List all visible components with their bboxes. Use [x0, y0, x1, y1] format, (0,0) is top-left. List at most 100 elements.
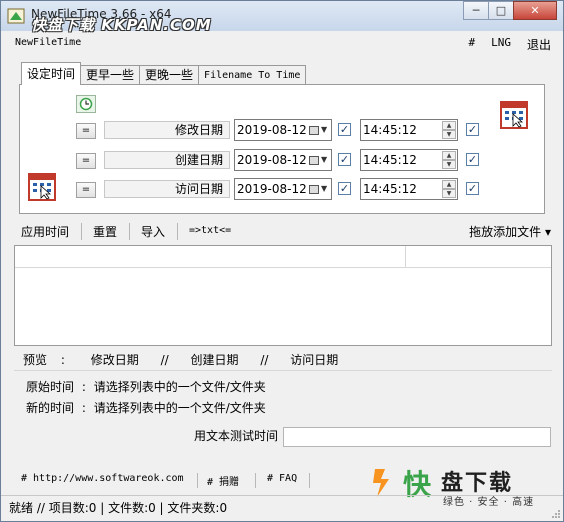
preview-label: 预览 [23, 353, 48, 367]
clock-refresh-button[interactable] [76, 95, 96, 113]
access-date-label: 访问日期 [104, 180, 230, 198]
preview-info: 原始时间 : 请选择列表中的一个文件/文件夹 新的时间 : 请选择列表中的一个文… [14, 370, 552, 422]
time-spinner[interactable]: ▲ ▼ [442, 121, 456, 139]
apply-time-button[interactable]: 应用时间 [21, 223, 69, 240]
new-time-line: 新的时间 : 请选择列表中的一个文件/文件夹 [26, 399, 266, 416]
original-time-label: 原始时间 [26, 380, 75, 394]
calendar-dropdown-icon[interactable]: ▼ [309, 183, 329, 195]
modify-date-row: = 修改日期 : 2019-08-12 ▼ ✓ 14:45:12 ▲ ▼ ✓ [20, 119, 546, 143]
create-date-picker[interactable]: 2019-08-12 ▼ [234, 149, 332, 171]
language-menu[interactable]: LNG [491, 36, 511, 53]
new-time-label: 新的时间 [26, 401, 75, 415]
access-date-row: = 访问日期 : 2019-08-12 ▼ ✓ 14:45:12 ▲ ▼ ✓ [20, 178, 546, 202]
equalize-button[interactable]: = [76, 182, 96, 198]
action-toolbar: 应用时间 重置 导入 =>txt<= 拖放添加文件 ▾ [15, 223, 551, 241]
date-value: 2019-08-12 [237, 123, 307, 137]
tab-strip: 设定时间 更早一些 更晚一些 Filename To Time [21, 62, 307, 85]
original-time-value: 请选择列表中的一个文件/文件夹 [93, 380, 266, 394]
colon: : [219, 122, 224, 136]
status-bar: 就绪 // 项目数:0 | 文件数:0 | 文件夹数:0 [1, 495, 563, 521]
import-button[interactable]: 导入 [141, 223, 165, 240]
reset-button[interactable]: 重置 [93, 223, 117, 240]
equalize-button[interactable]: = [76, 123, 96, 139]
menu-bar: NewFileTime # LNG 退出 [15, 36, 551, 52]
drag-add-files-menu[interactable]: 拖放添加文件 ▾ [469, 223, 551, 240]
colon: : [81, 380, 86, 394]
status-text: 就绪 // 项目数:0 | 文件数:0 | 文件夹数:0 [9, 501, 228, 515]
colon: : [219, 152, 224, 166]
access-date-picker[interactable]: 2019-08-12 ▼ [234, 178, 332, 200]
time-value: 14:45:12 [363, 123, 417, 137]
set-time-panel: = 修改日期 : 2019-08-12 ▼ ✓ 14:45:12 ▲ ▼ ✓ = … [19, 84, 545, 214]
date-value: 2019-08-12 [237, 153, 307, 167]
preview-header: 预览 : 修改日期 // 创建日期 // 访问日期 [23, 351, 338, 368]
app-icon [7, 8, 25, 24]
colon: : [81, 401, 86, 415]
calendar-dropdown-icon[interactable]: ▼ [309, 154, 329, 166]
app-name-label: NewFileTime [15, 37, 82, 48]
maximize-button[interactable]: □ [488, 1, 514, 20]
hash-menu[interactable]: # [468, 36, 475, 53]
time-spinner[interactable]: ▲ ▼ [442, 180, 456, 198]
preview-access-label: 访问日期 [290, 353, 339, 367]
time-value: 14:45:12 [363, 182, 417, 196]
toolbar-divider [177, 223, 178, 240]
links-divider [255, 473, 256, 488]
time-spinner[interactable]: ▲ ▼ [442, 151, 456, 169]
file-list[interactable] [14, 245, 552, 346]
tab-set-time[interactable]: 设定时间 [21, 62, 82, 85]
new-time-value: 请选择列表中的一个文件/文件夹 [93, 401, 266, 415]
website-link[interactable]: # http://www.softwareok.com [21, 473, 184, 484]
test-time-input[interactable] [283, 427, 551, 447]
resize-grip-icon[interactable] [551, 509, 561, 519]
spin-up-icon[interactable]: ▲ [442, 180, 456, 189]
tab-filename-to-time[interactable]: Filename To Time [198, 65, 307, 85]
date-value: 2019-08-12 [237, 182, 307, 196]
access-time-picker[interactable]: 14:45:12 ▲ ▼ [360, 178, 458, 200]
spin-down-icon[interactable]: ▼ [442, 189, 456, 198]
date-checkbox[interactable]: ✓ [338, 182, 351, 195]
spin-up-icon[interactable]: ▲ [442, 151, 456, 160]
list-header[interactable] [15, 246, 551, 268]
column-divider[interactable] [405, 246, 406, 268]
app-window: NewFileTime 3.66 - x64 快盘下载 KKPAN.COM ─ … [0, 0, 564, 522]
toolbar-divider [81, 223, 82, 240]
equalize-button[interactable]: = [76, 153, 96, 169]
colon: : [219, 181, 224, 195]
time-value: 14:45:12 [363, 153, 417, 167]
watermark-text: 快盘下载 KKPAN.COM [31, 16, 212, 34]
window-controls: ─ □ ✕ [463, 1, 557, 20]
links-divider [197, 473, 198, 488]
spin-down-icon[interactable]: ▼ [442, 160, 456, 169]
time-checkbox[interactable]: ✓ [466, 153, 479, 166]
to-txt-button[interactable]: =>txt<= [189, 225, 231, 236]
spin-up-icon[interactable]: ▲ [442, 121, 456, 130]
links-divider [309, 473, 310, 488]
date-checkbox[interactable]: ✓ [338, 153, 351, 166]
modify-date-picker[interactable]: 2019-08-12 ▼ [234, 119, 332, 141]
toolbar-divider [129, 223, 130, 240]
original-time-line: 原始时间 : 请选择列表中的一个文件/文件夹 [26, 378, 266, 395]
separator: // [160, 353, 169, 367]
tab-later[interactable]: 更晚一些 [139, 65, 200, 85]
date-checkbox[interactable]: ✓ [338, 123, 351, 136]
spin-down-icon[interactable]: ▼ [442, 130, 456, 139]
colon: : [60, 353, 65, 367]
donate-link[interactable]: # 捐赠 [207, 473, 239, 488]
create-date-row: = 创建日期 : 2019-08-12 ▼ ✓ 14:45:12 ▲ ▼ ✓ [20, 149, 546, 173]
menu-right: # LNG 退出 [468, 36, 551, 53]
calendar-dropdown-icon[interactable]: ▼ [309, 124, 329, 136]
close-button[interactable]: ✕ [513, 1, 557, 20]
exit-menu[interactable]: 退出 [527, 36, 551, 53]
modify-time-picker[interactable]: 14:45:12 ▲ ▼ [360, 119, 458, 141]
create-time-picker[interactable]: 14:45:12 ▲ ▼ [360, 149, 458, 171]
separator: // [260, 353, 269, 367]
title-bar[interactable]: NewFileTime 3.66 - x64 快盘下载 KKPAN.COM ─ … [1, 1, 563, 34]
faq-link[interactable]: # FAQ [267, 473, 297, 484]
create-date-label: 创建日期 [104, 151, 230, 169]
minimize-button[interactable]: ─ [463, 1, 489, 20]
time-checkbox[interactable]: ✓ [466, 123, 479, 136]
time-checkbox[interactable]: ✓ [466, 182, 479, 195]
tab-earlier[interactable]: 更早一些 [80, 65, 141, 85]
modify-date-label: 修改日期 [104, 121, 230, 139]
